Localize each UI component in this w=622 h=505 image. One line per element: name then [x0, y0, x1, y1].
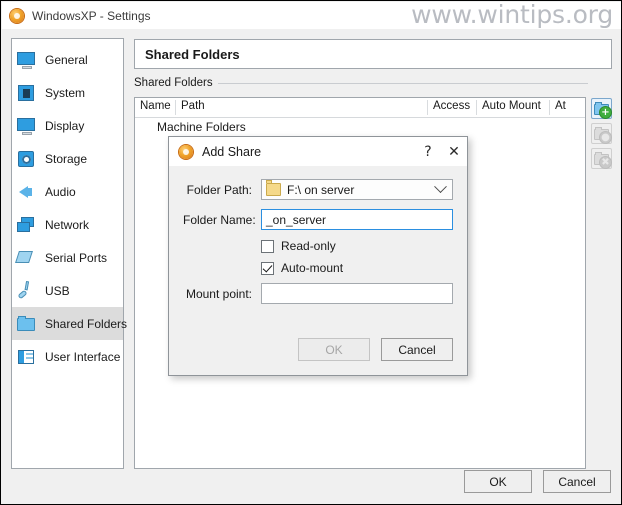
sidebar-item-shared-folders[interactable]: Shared Folders: [12, 307, 127, 340]
dialog-cancel-button[interactable]: Cancel: [381, 338, 453, 361]
add-shared-folder-icon[interactable]: +: [591, 98, 612, 119]
window-title: WindowsXP - Settings: [32, 8, 151, 23]
remove-shared-folder-icon[interactable]: ✖: [591, 148, 612, 169]
serial-port-icon: [15, 248, 36, 268]
settings-window: WindowsXP - Settings www.wintips.org Gen…: [0, 0, 622, 505]
folder-path-row: Folder Path: F:\ on server: [183, 179, 453, 200]
chevron-down-icon[interactable]: [434, 180, 447, 194]
virtualbox-icon: [9, 8, 25, 24]
close-icon[interactable]: ✕: [441, 138, 467, 166]
sidebar-item-label: Network: [45, 217, 90, 232]
sidebar-item-label: User Interface: [45, 349, 121, 364]
plus-badge-icon: +: [600, 106, 611, 118]
remove-badge-icon: ✖: [600, 156, 611, 168]
folder-icon: [16, 314, 36, 334]
auto-mount-checkbox[interactable]: [261, 261, 274, 275]
read-only-checkbox[interactable]: [261, 239, 274, 253]
dialog-button-bar: OK Cancel: [298, 338, 453, 361]
sidebar-item-label: System: [45, 85, 86, 100]
sidebar-item-label: Storage: [45, 151, 88, 166]
mount-point-row: Mount point:: [183, 283, 453, 304]
sidebar-item-audio[interactable]: Audio: [12, 175, 123, 208]
auto-mount-row[interactable]: Auto-mount: [183, 261, 453, 275]
sidebar-item-system[interactable]: System: [12, 76, 123, 109]
disk-icon: [16, 149, 36, 169]
folder-name-label: Folder Name:: [183, 212, 256, 227]
sidebar-item-label: Serial Ports: [45, 250, 108, 265]
usb-icon: [16, 281, 36, 301]
sidebar-item-serial-ports[interactable]: Serial Ports: [12, 241, 123, 274]
dialog-titlebar: Add Share ? ✕: [169, 137, 467, 166]
table-group-row[interactable]: Machine Folders: [157, 120, 246, 134]
sidebar-item-display[interactable]: Display: [12, 109, 123, 142]
folder-name-row: Folder Name: _on_server: [183, 209, 453, 230]
column-header-access[interactable]: Access: [433, 100, 470, 112]
table-header-row: Name Path Access Auto Mount At: [135, 98, 585, 118]
chip-icon: [16, 83, 36, 103]
add-share-dialog: Add Share ? ✕ Folder Path: F:\ on server…: [168, 136, 468, 376]
mount-point-input[interactable]: [261, 283, 453, 304]
read-only-label: Read-only: [281, 239, 336, 253]
sidebar-item-general[interactable]: General: [12, 43, 123, 76]
mount-point-label: Mount point:: [185, 286, 252, 301]
speaker-icon: [16, 182, 36, 202]
sidebar-item-user-interface[interactable]: User Interface: [12, 340, 123, 373]
column-divider[interactable]: [175, 100, 176, 115]
monitor-icon: [16, 116, 36, 136]
ok-button[interactable]: OK: [464, 470, 532, 493]
user-interface-icon: [16, 347, 36, 367]
sidebar-item-label: General: [45, 52, 88, 67]
edit-shared-folder-icon[interactable]: ●: [591, 123, 612, 144]
sidebar-item-storage[interactable]: Storage: [12, 142, 123, 175]
sidebar-item-network[interactable]: Network: [12, 208, 123, 241]
settings-sidebar: General System Display Storage Audio Net…: [11, 38, 127, 469]
cancel-button[interactable]: Cancel: [543, 470, 611, 493]
sidebar-item-label: Shared Folders: [45, 316, 128, 331]
sidebar-item-label: Display: [45, 118, 85, 133]
folder-path-label: Folder Path:: [186, 182, 252, 197]
dialog-body: Folder Path: F:\ on server Folder Name: …: [169, 166, 467, 304]
column-header-auto-mount[interactable]: Auto Mount: [482, 100, 541, 112]
help-icon[interactable]: ?: [415, 138, 441, 166]
read-only-row[interactable]: Read-only: [183, 239, 453, 253]
window-titlebar: WindowsXP - Settings: [2, 2, 621, 29]
monitor-icon: [16, 50, 36, 70]
folder-path-value: F:\ on server: [287, 182, 355, 197]
network-icon: [16, 215, 36, 235]
column-divider[interactable]: [427, 100, 428, 115]
group-label: Shared Folders: [134, 77, 218, 89]
folder-name-input[interactable]: _on_server: [261, 209, 453, 230]
dialog-ok-button[interactable]: OK: [298, 338, 370, 361]
column-header-name[interactable]: Name: [140, 100, 171, 112]
sidebar-item-label: Audio: [45, 184, 76, 199]
dialog-title: Add Share: [202, 144, 262, 159]
sidebar-item-usb[interactable]: USB: [12, 274, 123, 307]
footer-button-bar: OK Cancel: [464, 470, 611, 493]
pane-header: Shared Folders: [134, 39, 612, 69]
virtualbox-icon: [178, 144, 194, 160]
column-divider[interactable]: [476, 100, 477, 115]
shared-folders-toolbar: + ● ✖: [591, 98, 613, 173]
page-title: Shared Folders: [145, 46, 240, 62]
column-header-path[interactable]: Path: [181, 100, 205, 112]
sidebar-item-label: USB: [45, 283, 70, 298]
edit-badge-icon: ●: [600, 131, 611, 143]
column-divider[interactable]: [549, 100, 550, 115]
auto-mount-label: Auto-mount: [281, 261, 344, 275]
column-header-at[interactable]: At: [555, 100, 566, 112]
folder-icon: [266, 180, 281, 196]
folder-path-combobox[interactable]: F:\ on server: [261, 179, 453, 200]
